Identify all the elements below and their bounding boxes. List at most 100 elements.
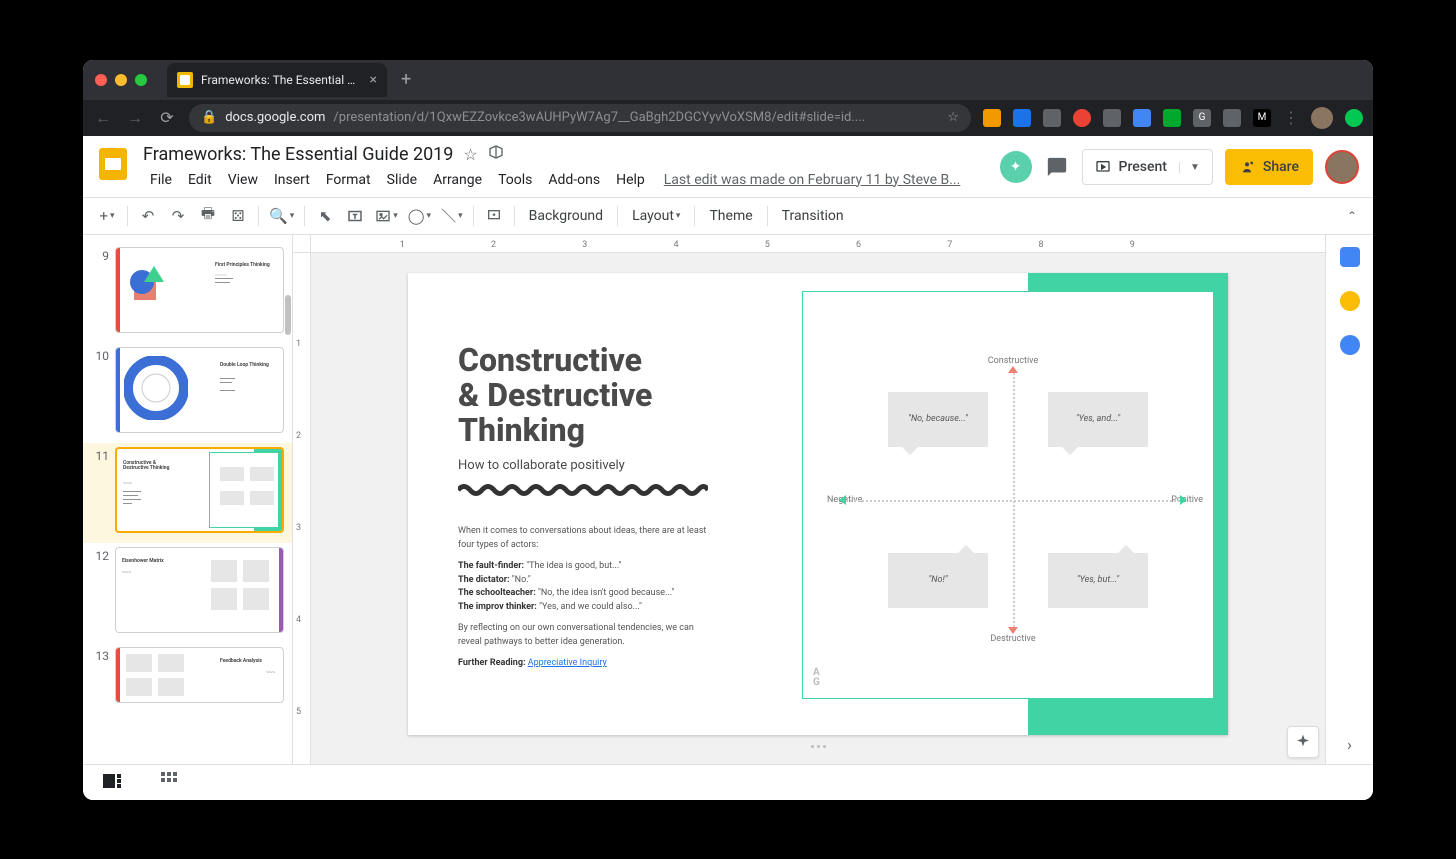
menu-addons[interactable]: Add-ons	[541, 169, 607, 191]
canvas-scroll[interactable]: Constructive & Destructive Thinking How …	[311, 253, 1325, 764]
line-tool[interactable]: ＼▾	[437, 202, 467, 230]
document-title[interactable]: Frameworks: The Essential Guide 2019	[143, 144, 453, 165]
slide-canvas[interactable]: Constructive & Destructive Thinking How …	[408, 273, 1228, 735]
browser-tab[interactable]: Frameworks: The Essential Guide ×	[167, 63, 387, 97]
undo-button[interactable]: ↶	[134, 202, 162, 230]
lock-icon: 🔒	[201, 110, 217, 125]
axis-label-top: Constructive	[988, 356, 1038, 366]
add-comment-button[interactable]	[480, 202, 508, 230]
share-button[interactable]: Share	[1225, 149, 1313, 185]
paint-format-button[interactable]: ⚄	[224, 202, 252, 230]
layout-button[interactable]: Layout▾	[624, 208, 688, 224]
ruler-vertical: 1 2 3 4 5	[293, 253, 311, 764]
zoom-button[interactable]: 🔍▾	[265, 202, 298, 230]
slide-number: 13	[91, 647, 109, 703]
brand-avatar-icon[interactable]: ✦	[1000, 151, 1032, 183]
menu-view[interactable]: View	[221, 169, 265, 191]
slide-thumbnail-selected[interactable]: 11 Constructive & Destructive Thinking ～…	[83, 443, 292, 543]
extension-icon[interactable]: G	[1193, 109, 1211, 127]
extension-icon[interactable]	[1133, 109, 1151, 127]
present-button[interactable]: Present ▼	[1082, 149, 1213, 185]
new-slide-button[interactable]: +▾	[93, 202, 121, 230]
extension-icon[interactable]: ⋮	[1283, 108, 1299, 127]
side-panel-collapse-icon[interactable]: ›	[1347, 735, 1352, 754]
keep-icon[interactable]	[1340, 291, 1360, 311]
slide-body: When it comes to conversations about ide…	[458, 525, 718, 671]
notes-divider[interactable]	[408, 735, 1228, 759]
menu-help[interactable]: Help	[609, 169, 652, 191]
ruler-horizontal: 1 2 3 4 5 6 7 8 9	[293, 235, 1325, 253]
shape-tool[interactable]: ◯▾	[404, 202, 435, 230]
extension-icon[interactable]	[983, 109, 1001, 127]
extension-icon[interactable]	[1073, 109, 1091, 127]
nav-forward-button[interactable]: →	[125, 108, 145, 128]
url-path: /presentation/d/1QxwEZZovkce3wAUHPyW7Ag7…	[333, 110, 865, 125]
menu-edit[interactable]: Edit	[181, 169, 219, 191]
slides-logo-icon[interactable]	[93, 144, 133, 184]
select-tool[interactable]: ⬉	[311, 202, 339, 230]
new-tab-button[interactable]: +	[395, 69, 417, 90]
slide-thumbnail[interactable]: 10 Double Loop Thinking ▬▬▬▬▬▬▬▬▬▬▬▬▬▬	[83, 343, 292, 443]
extension-icon[interactable]: M	[1253, 109, 1271, 127]
extension-icon[interactable]	[1103, 109, 1121, 127]
menu-arrange[interactable]: Arrange	[426, 169, 489, 191]
omnibox[interactable]: 🔒 docs.google.com /presentation/d/1QxwEZ…	[189, 104, 971, 132]
window-close-button[interactable]	[95, 74, 107, 86]
bookmark-star-icon[interactable]: ☆	[947, 110, 959, 125]
menu-insert[interactable]: Insert	[267, 169, 317, 191]
background-button[interactable]: Background	[521, 208, 611, 224]
account-avatar[interactable]	[1325, 150, 1359, 184]
title-area: Frameworks: The Essential Guide 2019 ☆ F…	[143, 144, 990, 191]
url-host: docs.google.com	[225, 110, 325, 125]
textbox-tool[interactable]	[341, 202, 369, 230]
extension-icons: G M ⋮	[983, 107, 1363, 129]
extension-icon[interactable]	[1163, 109, 1181, 127]
collapse-toolbar-icon[interactable]: ⌃	[1341, 209, 1363, 223]
grid-view-icon[interactable]	[161, 772, 177, 792]
slide-thumbnail[interactable]: 9 First Principles Thinking ～～～～▬▬▬▬▬▬▬▬…	[83, 243, 292, 343]
image-tool[interactable]: ▾	[371, 202, 402, 230]
print-button[interactable]: 🖶	[194, 202, 222, 230]
extension-icon[interactable]	[1013, 109, 1031, 127]
bottom-bar	[83, 764, 1373, 800]
tab-bar: Frameworks: The Essential Guide × +	[83, 60, 1373, 100]
window-minimize-button[interactable]	[115, 74, 127, 86]
filmstrip[interactable]: 9 First Principles Thinking ～～～～▬▬▬▬▬▬▬▬…	[83, 235, 293, 764]
slides-favicon-icon	[177, 72, 193, 88]
extension-icon[interactable]	[1223, 109, 1241, 127]
menu-file[interactable]: File	[143, 169, 179, 191]
menu-slide[interactable]: Slide	[380, 169, 424, 191]
last-edit-link[interactable]: Last edit was made on February 11 by Ste…	[664, 172, 961, 188]
nav-reload-button[interactable]: ⟳	[157, 108, 177, 127]
explore-button[interactable]	[1287, 726, 1319, 758]
slide-thumbnail[interactable]: 12 Eisenhower Matrix ～～～	[83, 543, 292, 643]
quadrant-box: "No, because..."	[888, 392, 988, 447]
move-icon[interactable]	[488, 144, 504, 164]
comments-button[interactable]	[1044, 154, 1070, 180]
scrollbar-thumb[interactable]	[285, 295, 291, 335]
menu-format[interactable]: Format	[319, 169, 378, 191]
tasks-icon[interactable]	[1340, 335, 1360, 355]
window-maximize-button[interactable]	[135, 74, 147, 86]
star-icon[interactable]: ☆	[463, 145, 477, 164]
slide-chart-card: Constructive Destructive Negative Positi…	[802, 291, 1214, 699]
tab-close-icon[interactable]: ×	[370, 72, 377, 88]
side-panel: ›	[1325, 235, 1373, 764]
quadrant-chart: Constructive Destructive Negative Positi…	[833, 322, 1193, 678]
further-reading-link[interactable]: Appreciative Inquiry	[528, 658, 607, 668]
filmstrip-view-icon[interactable]	[103, 773, 121, 792]
slide-thumbnail[interactable]: 13 Feedback Analysis ～～～	[83, 643, 292, 713]
menu-tools[interactable]: Tools	[491, 169, 539, 191]
redo-button[interactable]: ↷	[164, 202, 192, 230]
arrow-down-icon	[1008, 627, 1018, 634]
transition-button[interactable]: Transition	[774, 208, 852, 224]
extension-icon[interactable]	[1043, 109, 1061, 127]
theme-button[interactable]: Theme	[701, 208, 760, 224]
present-dropdown-caret-icon[interactable]: ▼	[1179, 162, 1200, 173]
browser-profile-avatar[interactable]	[1311, 107, 1333, 129]
slide-number: 10	[91, 347, 109, 433]
slide-subtitle: How to collaborate positively	[458, 458, 718, 473]
nav-back-button[interactable]: ←	[93, 108, 113, 128]
calendar-icon[interactable]	[1340, 247, 1360, 267]
extension-icon[interactable]	[1345, 109, 1363, 127]
